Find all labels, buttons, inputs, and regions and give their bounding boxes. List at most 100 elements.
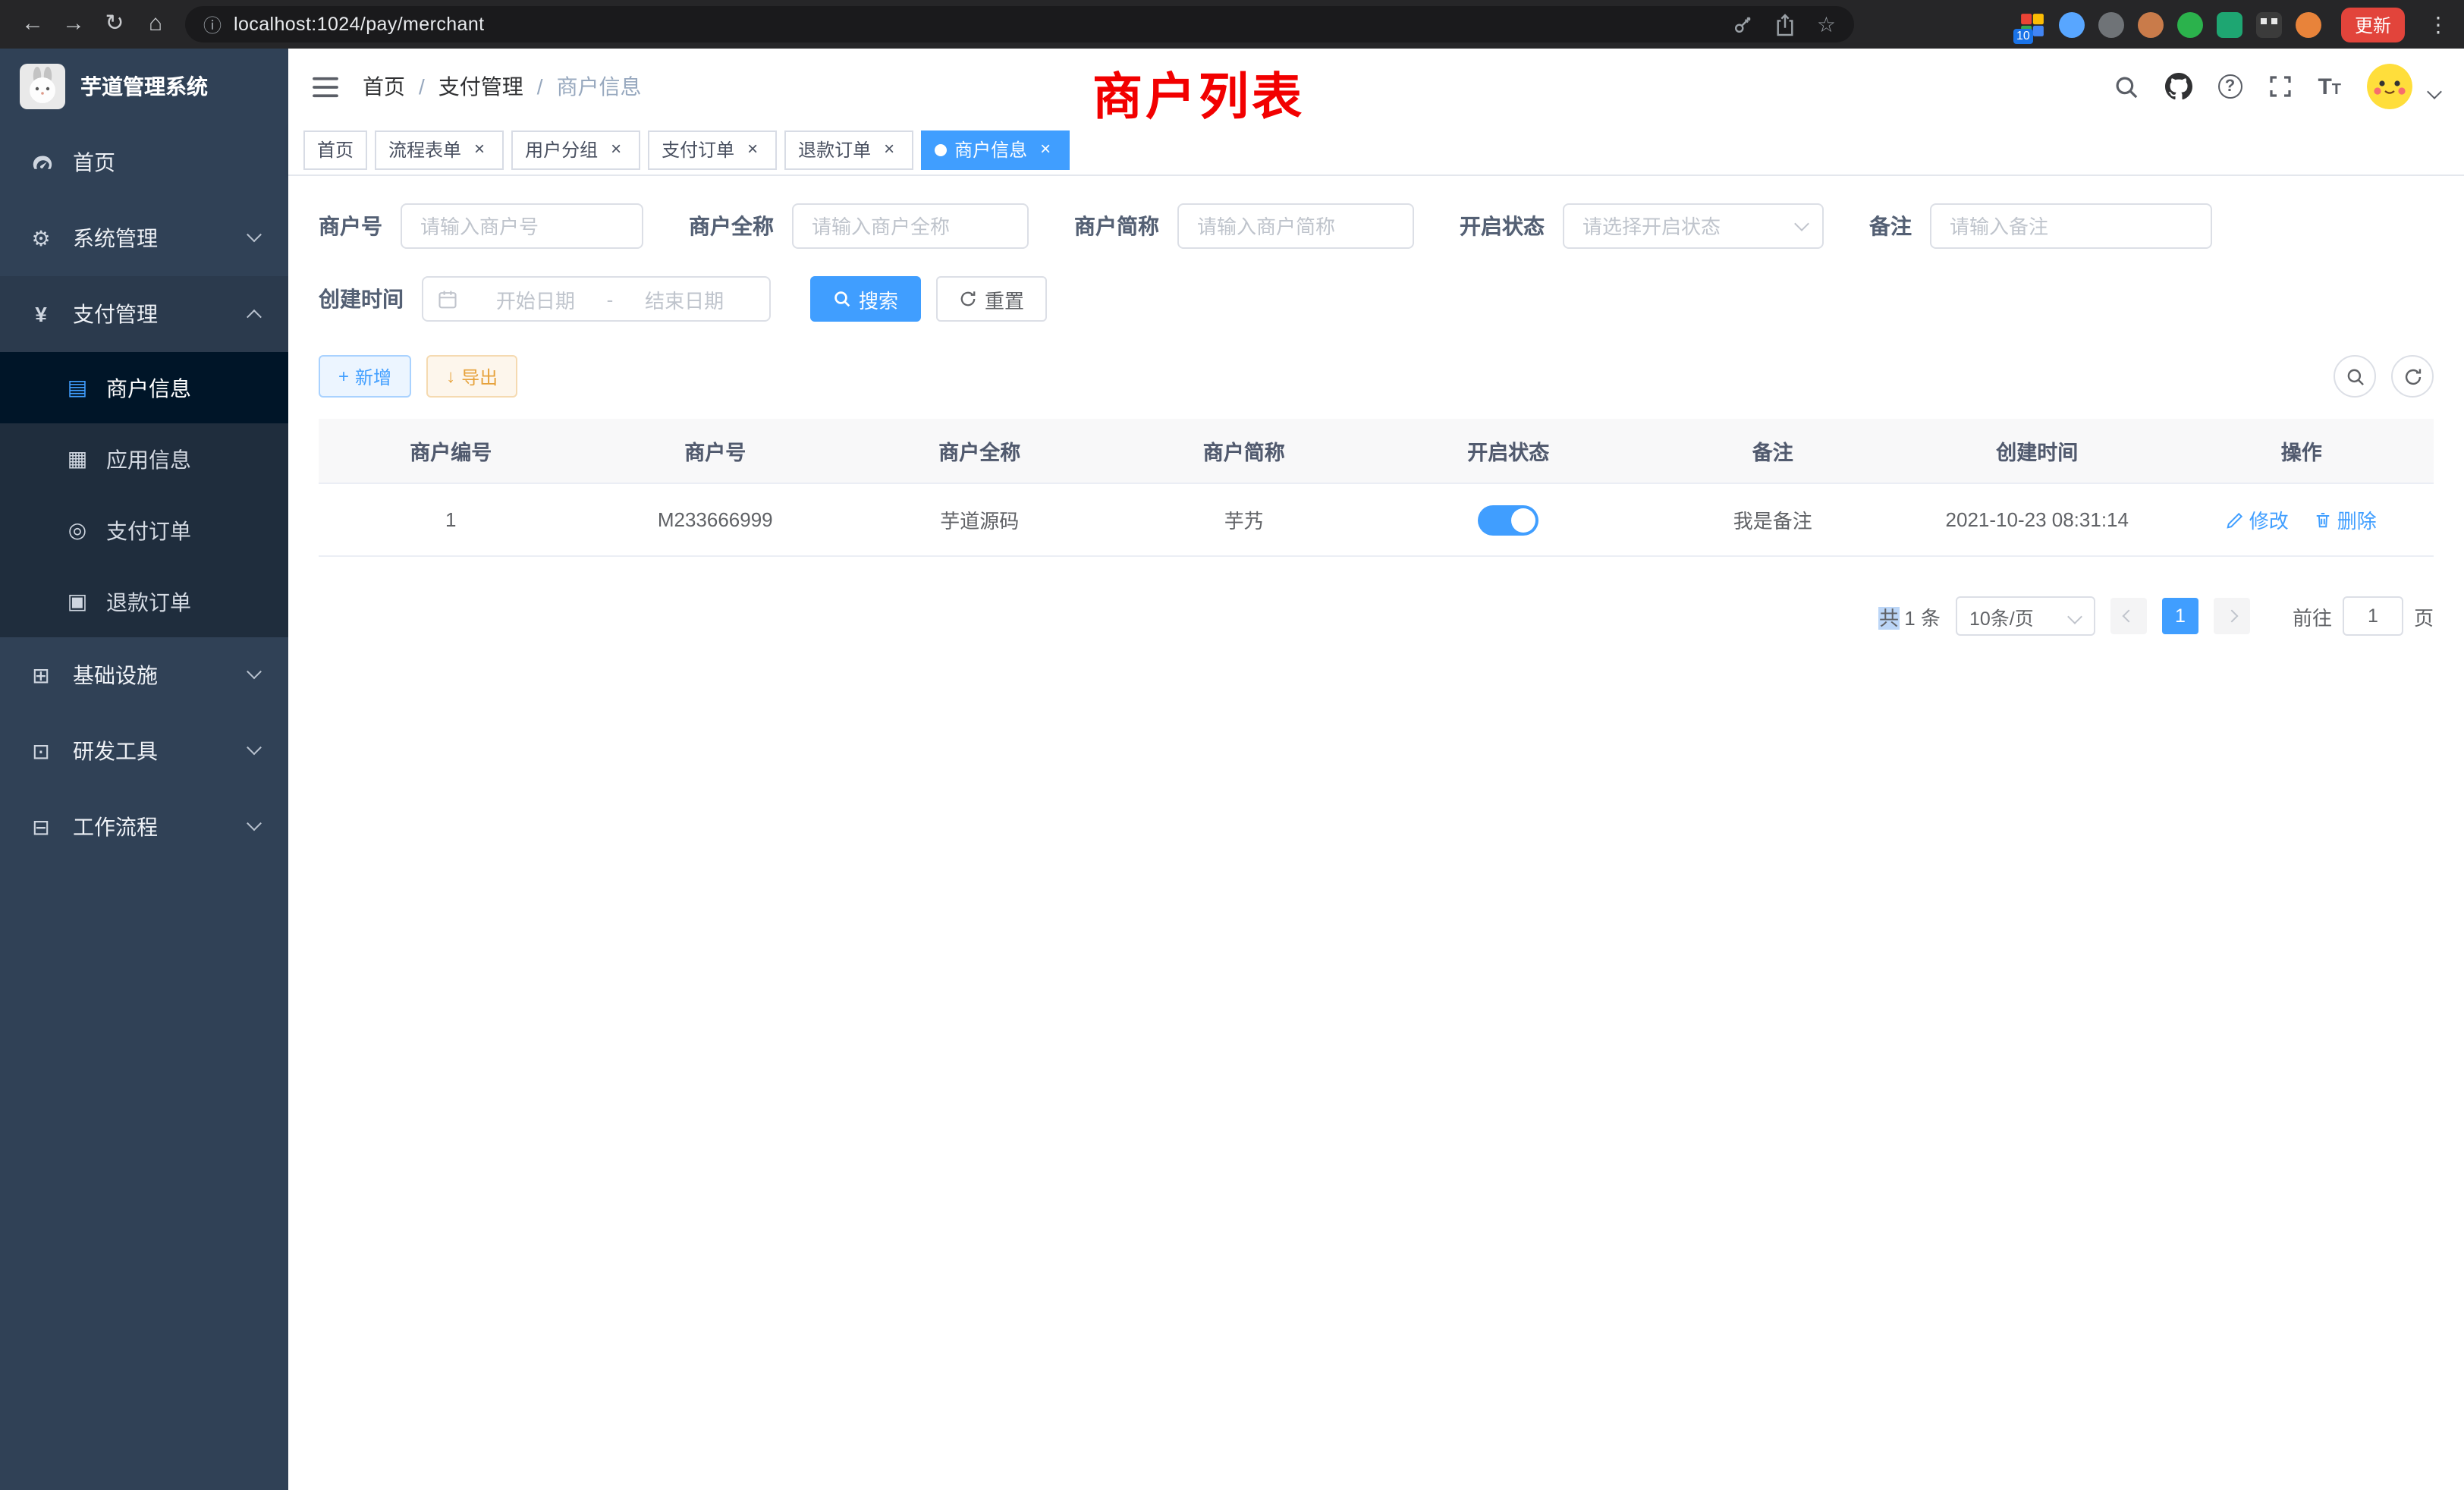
pagination-total: 共 1 条 xyxy=(1879,602,1941,630)
breadcrumb-item-merchant: 商户信息 xyxy=(557,71,642,102)
help-icon[interactable]: ? xyxy=(2217,74,2242,99)
extension-icon[interactable] xyxy=(2098,11,2124,37)
edit-link[interactable]: 修改 xyxy=(2227,505,2289,534)
sidebar-item-label: 应用信息 xyxy=(106,444,191,474)
status-label: 开启状态 xyxy=(1460,211,1545,241)
tab-refund-order[interactable]: 退款订单× xyxy=(784,130,913,169)
share-icon[interactable] xyxy=(1776,13,1796,36)
dashboard-icon xyxy=(29,151,53,174)
end-date-placeholder[interactable]: 结束日期 xyxy=(613,284,756,313)
toggle-search-button[interactable] xyxy=(2334,355,2376,398)
sidebar-item-pay-order[interactable]: ◎ 支付订单 xyxy=(0,495,288,566)
forward-icon[interactable]: → xyxy=(53,5,94,44)
cell-merchant-id: 1 xyxy=(319,508,583,531)
date-range-picker[interactable]: 开始日期 - 结束日期 xyxy=(422,276,771,322)
goto-page-input[interactable] xyxy=(2343,596,2403,636)
goto-suffix: 页 xyxy=(2414,602,2434,630)
sidebar-item-label: 支付管理 xyxy=(73,299,158,329)
sidebar-item-label: 工作流程 xyxy=(73,812,158,842)
sidebar-item-infrastructure[interactable]: ⊞ 基础设施 xyxy=(0,637,288,713)
merchant-name-input[interactable] xyxy=(792,203,1029,249)
breadcrumb-item-home[interactable]: 首页 xyxy=(363,71,405,102)
extension-icon[interactable] xyxy=(2217,11,2242,37)
extension-icon[interactable] xyxy=(2059,11,2085,37)
bookmark-star-icon[interactable]: ☆ xyxy=(1817,11,1836,37)
home-icon[interactable]: ⌂ xyxy=(135,5,176,44)
close-icon[interactable]: × xyxy=(878,139,900,160)
extension-icon[interactable]: 10 xyxy=(2019,11,2045,37)
chevron-up-icon xyxy=(247,309,262,324)
tab-pay-order[interactable]: 支付订单× xyxy=(648,130,777,169)
next-page-button[interactable] xyxy=(2214,598,2250,634)
active-dot xyxy=(935,143,947,156)
close-icon[interactable]: × xyxy=(742,139,763,160)
date-separator: - xyxy=(607,288,614,310)
remark-label: 备注 xyxy=(1869,211,1912,241)
tags-bar: 首页 流程表单× 用户分组× 支付订单× 退款订单× 商户信息× xyxy=(288,124,2464,176)
tab-merchant-info[interactable]: 商户信息× xyxy=(921,130,1070,169)
site-info-icon[interactable]: ⓘ xyxy=(203,11,222,37)
merchant-no-input[interactable] xyxy=(401,203,643,249)
merchant-name-label: 商户全称 xyxy=(689,211,774,241)
sidebar-item-workflow[interactable]: ⊟ 工作流程 xyxy=(0,789,288,865)
export-button[interactable]: ↓ 导出 xyxy=(426,355,517,398)
tab-user-group[interactable]: 用户分组× xyxy=(511,130,640,169)
status-select[interactable] xyxy=(1563,203,1824,249)
update-button[interactable]: 更新 xyxy=(2341,7,2405,42)
close-icon[interactable]: × xyxy=(469,139,490,160)
sidebar-item-merchant-info[interactable]: ▤ 商户信息 xyxy=(0,352,288,423)
merchant-short-label: 商户简称 xyxy=(1074,211,1159,241)
tab-home[interactable]: 首页 xyxy=(303,130,367,169)
page-size-select[interactable]: 10条/页 xyxy=(1956,596,2095,636)
table-header-cell: 商户号 xyxy=(583,419,848,483)
github-icon[interactable] xyxy=(2164,73,2192,100)
cell-remark: 我是备注 xyxy=(1641,505,1906,534)
cell-full-name: 芋道源码 xyxy=(847,505,1112,534)
sidebar-item-home[interactable]: 首页 xyxy=(0,124,288,200)
avatar[interactable] xyxy=(2367,64,2412,109)
chevron-down-icon xyxy=(2067,609,2082,624)
workflow-icon: ⊟ xyxy=(29,814,53,840)
search-button[interactable]: 搜索 xyxy=(810,276,921,322)
close-icon[interactable]: × xyxy=(605,139,627,160)
sidebar-item-label: 商户信息 xyxy=(106,372,191,403)
remark-input[interactable] xyxy=(1930,203,2212,249)
chevron-down-icon[interactable] xyxy=(2427,83,2442,99)
refresh-button[interactable] xyxy=(2391,355,2434,398)
key-icon[interactable] xyxy=(1733,14,1755,35)
menu-fold-icon[interactable] xyxy=(313,75,338,98)
reset-button[interactable]: 重置 xyxy=(936,276,1047,322)
prev-page-button[interactable] xyxy=(2110,598,2147,634)
sidebar-item-app-info[interactable]: ▦ 应用信息 xyxy=(0,423,288,495)
sidebar-item-devtools[interactable]: ⊡ 研发工具 xyxy=(0,713,288,789)
extension-icon[interactable] xyxy=(2177,11,2203,37)
add-button[interactable]: + 新增 xyxy=(319,355,411,398)
status-toggle[interactable] xyxy=(1478,505,1538,535)
merchant-short-input[interactable] xyxy=(1177,203,1414,249)
extension-icon[interactable] xyxy=(2296,11,2321,37)
search-icon[interactable] xyxy=(2113,74,2139,99)
sidebar-item-payment[interactable]: ¥ 支付管理 xyxy=(0,276,288,352)
font-size-icon[interactable]: TT xyxy=(2318,74,2341,99)
sidebar-item-refund-order[interactable]: ▣ 退款订单 xyxy=(0,566,288,637)
extension-icon[interactable] xyxy=(2256,11,2282,37)
chevron-down-icon xyxy=(247,226,262,241)
close-icon[interactable]: × xyxy=(1035,139,1056,160)
back-icon[interactable]: ← xyxy=(12,5,53,44)
calendar-icon xyxy=(437,288,458,310)
sidebar-item-label: 首页 xyxy=(73,147,115,178)
page-number-button[interactable]: 1 xyxy=(2162,598,2198,634)
extension-badge: 10 xyxy=(2013,28,2033,43)
extension-icon[interactable] xyxy=(2138,11,2164,37)
start-date-placeholder[interactable]: 开始日期 xyxy=(464,284,607,313)
fullscreen-icon[interactable] xyxy=(2268,74,2292,99)
tab-process-form[interactable]: 流程表单× xyxy=(375,130,504,169)
sidebar-item-system[interactable]: ⚙ 系统管理 xyxy=(0,200,288,276)
breadcrumb: 首页 / 支付管理 / 商户信息 xyxy=(363,71,642,102)
address-bar[interactable]: ⓘ localhost:1024/pay/merchant ☆ xyxy=(185,6,1854,42)
browser-menu-icon[interactable]: ⋮ xyxy=(2428,11,2449,37)
reload-icon[interactable]: ↻ xyxy=(94,5,135,44)
delete-link[interactable]: 删除 xyxy=(2315,505,2377,534)
sidebar: 芋道管理系统 首页 ⚙ 系统管理 ¥ 支付管理 ▤ xyxy=(0,49,288,1490)
breadcrumb-item-payment[interactable]: 支付管理 xyxy=(438,71,523,102)
